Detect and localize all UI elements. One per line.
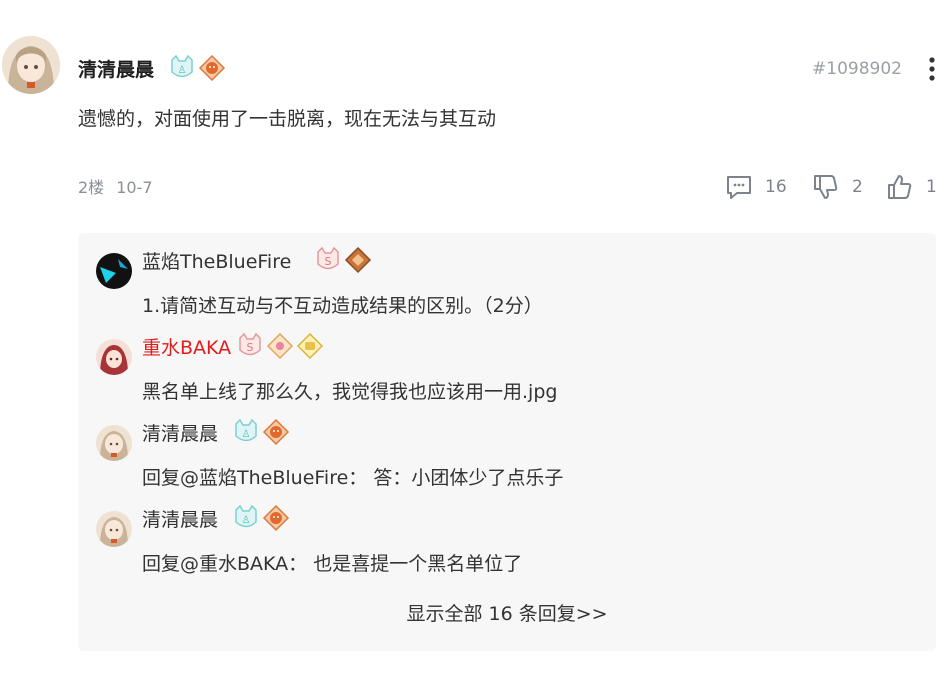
comment-page: { "post": { "username": "清清晨晨", "post_id… — [0, 0, 936, 688]
reply-item: 重水BAKA S 黑名单上线了那么久，我觉得我也应该用一用.jpg — [96, 323, 916, 403]
user-badges: ♙ — [232, 504, 290, 534]
s-cat-badge-icon: S — [239, 332, 261, 356]
user-badges: ♙ — [232, 418, 290, 448]
svg-text:♙: ♙ — [178, 65, 187, 76]
replies-panel: 蓝焰TheBlueFire S 1.请简述互动与不互动造成结果的区别。（2分） … — [78, 233, 936, 651]
like-button[interactable]: 1 — [886, 170, 936, 204]
svg-text:♙: ♙ — [242, 429, 251, 440]
thumbs-down-icon — [814, 175, 838, 199]
user-badges: ♙ — [168, 54, 226, 84]
avatar[interactable] — [96, 425, 132, 461]
reply-text: 回复@蓝焰TheBlueFire： 答：小团体少了点乐子 — [142, 467, 564, 489]
reply-username[interactable]: 蓝焰TheBlueFire — [142, 249, 291, 275]
reply-text: 黑名单上线了那么久，我觉得我也应该用一用.jpg — [142, 381, 558, 403]
show-all-replies-link[interactable]: 显示全部 16 条回复>> — [78, 601, 936, 627]
reply-item: 清清晨晨 ♙ 回复@蓝焰TheBlueFire： 答：小团体少了点乐子 — [96, 409, 916, 489]
comment-icon — [727, 176, 751, 199]
fox-badge-icon — [262, 504, 290, 532]
reply-username[interactable]: 清清晨晨 — [142, 421, 218, 447]
cup-badge-icon — [296, 332, 324, 360]
avatar[interactable] — [96, 253, 132, 289]
like-count: 1 — [926, 177, 936, 197]
cat-shield-badge-icon: ♙ — [235, 418, 257, 442]
diamond-badge-icon — [344, 246, 372, 274]
post-actions: 16 2 1 — [0, 170, 936, 204]
post-id: #1098902 — [812, 59, 902, 79]
reply-item: 清清晨晨 ♙ 回复@重水BAKA： 也是喜提一个黑名单位了 — [96, 495, 916, 575]
reply-item: 蓝焰TheBlueFire S 1.请简述互动与不互动造成结果的区别。（2分） — [96, 237, 916, 317]
user-badges: S — [314, 246, 372, 276]
more-icon[interactable] — [928, 56, 936, 82]
reply-count: 16 — [765, 177, 787, 197]
username[interactable]: 清清晨晨 — [78, 58, 154, 82]
fox-badge-icon — [262, 418, 290, 446]
avatar[interactable] — [96, 339, 132, 375]
reply-button[interactable]: 16 — [725, 170, 787, 204]
dislike-button[interactable]: 2 — [812, 170, 863, 204]
dislike-count: 2 — [852, 177, 863, 197]
svg-text:S: S — [325, 255, 332, 268]
avatar[interactable] — [96, 511, 132, 547]
cat-shield-badge-icon: ♙ — [171, 54, 193, 78]
star-badge-icon — [266, 332, 294, 360]
s-cat-badge-icon: S — [317, 246, 339, 270]
svg-text:♙: ♙ — [242, 515, 251, 526]
fox-badge-icon — [198, 54, 226, 82]
reply-text: 回复@重水BAKA： 也是喜提一个黑名单位了 — [142, 553, 523, 575]
cat-shield-badge-icon: ♙ — [235, 504, 257, 528]
reply-username[interactable]: 重水BAKA — [142, 335, 231, 361]
reply-text: 1.请简述互动与不互动造成结果的区别。（2分） — [142, 295, 543, 317]
user-badges: S — [236, 332, 324, 362]
avatar[interactable] — [2, 36, 60, 94]
post-content: 遗憾的，对面使用了一击脱离，现在无法与其互动 — [78, 108, 497, 130]
thumbs-up-icon — [888, 175, 912, 199]
svg-text:S: S — [247, 341, 254, 354]
reply-username[interactable]: 清清晨晨 — [142, 507, 218, 533]
